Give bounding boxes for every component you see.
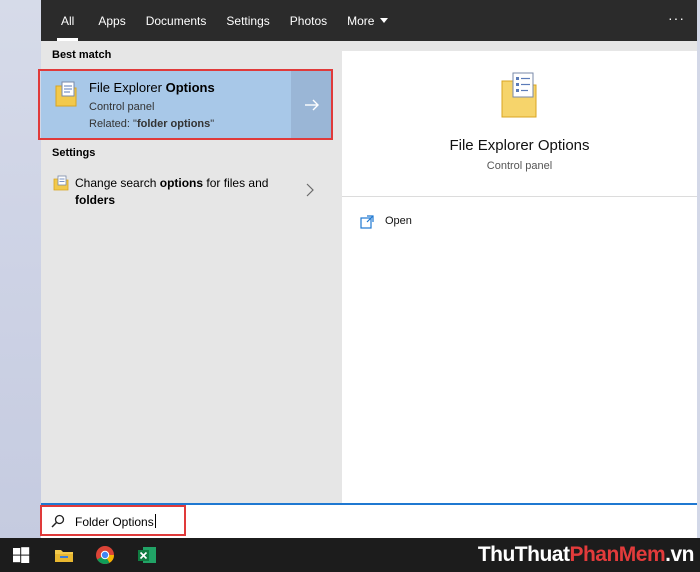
settings-result-change-search-options[interactable]: Change search options for files and fold…	[41, 165, 332, 215]
chevron-down-icon	[380, 18, 389, 23]
chrome-icon[interactable]	[94, 544, 116, 566]
site-watermark: ThuThuatPhanMem.vn	[477, 543, 695, 566]
taskbar: ThuThuatPhanMem.vn	[0, 538, 700, 572]
settings-result-label: Change search options for files and fold…	[75, 176, 269, 207]
highlight-search-box	[40, 505, 186, 536]
settings-heading: Settings	[52, 147, 96, 159]
more-options-button[interactable]: ···	[668, 10, 685, 26]
tab-more[interactable]: More	[337, 0, 398, 41]
highlight-best-match	[38, 69, 333, 140]
open-action-button[interactable]: Open	[360, 213, 450, 233]
open-icon	[360, 215, 374, 229]
search-filter-tabs: All Apps Documents Settings Photos More …	[41, 0, 697, 41]
tab-settings[interactable]: Settings	[216, 0, 279, 41]
tab-documents[interactable]: Documents	[136, 0, 217, 41]
preview-subtitle: Control panel	[486, 160, 553, 172]
tab-all[interactable]: All	[41, 0, 88, 41]
file-explorer-icon[interactable]	[53, 544, 75, 566]
preview-header: File Explorer Options Control panel	[342, 51, 697, 197]
preview-pane: File Explorer Options Control panel Open	[342, 51, 697, 503]
windows-logo-icon[interactable]	[10, 544, 32, 566]
folder-options-icon	[501, 72, 537, 118]
tab-photos[interactable]: Photos	[280, 0, 337, 41]
tab-apps[interactable]: Apps	[88, 0, 135, 41]
excel-icon[interactable]	[136, 544, 158, 566]
desktop-background	[0, 0, 41, 538]
best-match-heading: Best match	[52, 49, 112, 61]
open-label: Open	[385, 215, 412, 227]
chevron-right-icon[interactable]	[306, 183, 314, 197]
folder-options-icon	[53, 175, 69, 191]
preview-title: File Explorer Options	[449, 137, 590, 154]
